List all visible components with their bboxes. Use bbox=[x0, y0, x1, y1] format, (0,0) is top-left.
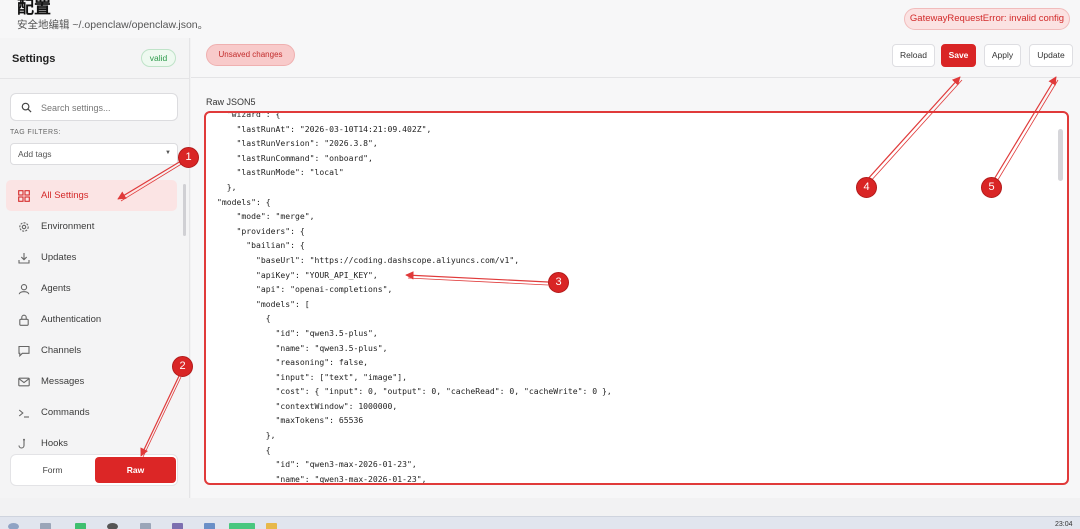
code-line: "lastRunMode": "local" bbox=[217, 167, 344, 178]
sidebar-item-label: Environment bbox=[41, 221, 95, 232]
code-line: { bbox=[217, 444, 271, 455]
sidebar-item-updates[interactable]: Updates bbox=[6, 242, 177, 273]
sidebar-item-label: Authentication bbox=[41, 314, 102, 325]
page-subtitle: 安全地编辑 ~/.openclaw/openclaw.json。 bbox=[17, 19, 209, 31]
terminal-icon bbox=[18, 409, 29, 418]
taskbar-app-icon[interactable] bbox=[107, 523, 118, 529]
update-button[interactable]: Update bbox=[1029, 44, 1073, 67]
code-line: "lastRunVersion": "2026.3.8", bbox=[217, 138, 378, 149]
code-line: "providers": { bbox=[217, 225, 305, 236]
sidebar: Settings valid TAG FILTERS: Add tags ▼ A… bbox=[0, 38, 190, 498]
taskbar-app-icon[interactable] bbox=[140, 523, 151, 529]
search-icon bbox=[21, 102, 32, 113]
raw-json-editor[interactable]: "wizard": { "lastRunAt": "2026-03-10T14:… bbox=[204, 111, 1069, 485]
lock-icon bbox=[19, 314, 29, 326]
hook-icon bbox=[18, 438, 25, 449]
mode-toggle: Form Raw bbox=[10, 454, 178, 486]
code-line: "bailian": { bbox=[217, 240, 305, 251]
apply-button[interactable]: Apply bbox=[984, 44, 1021, 67]
code-lines: "wizard": { "lastRunAt": "2026-03-10T14:… bbox=[217, 111, 612, 484]
save-button[interactable]: Save bbox=[941, 44, 976, 67]
download-icon bbox=[18, 253, 30, 264]
annotation-marker-4: 4 bbox=[856, 177, 877, 198]
code-line: "input": ["text", "image"], bbox=[217, 371, 408, 382]
gear-icon bbox=[19, 222, 29, 232]
raw-json-label: Raw JSON5 bbox=[206, 97, 256, 107]
error-badge: GatewayRequestError: invalid config bbox=[904, 8, 1070, 30]
taskbar-app-icon[interactable] bbox=[229, 523, 255, 529]
main-panel: Unsaved changes Reload Save Apply Update… bbox=[191, 38, 1080, 498]
sidebar-item-all-settings[interactable]: All Settings bbox=[6, 180, 177, 211]
sidebar-item-channels[interactable]: Channels bbox=[6, 335, 177, 366]
taskbar-app-icon[interactable] bbox=[204, 523, 215, 529]
mail-icon bbox=[18, 377, 30, 387]
sidebar-item-authentication[interactable]: Authentication bbox=[6, 304, 177, 335]
annotation-marker-3: 3 bbox=[548, 272, 569, 293]
page-header: 配置 安全地编辑 ~/.openclaw/openclaw.json。 Gate… bbox=[0, 0, 1080, 38]
sidebar-scrollbar[interactable] bbox=[183, 184, 186, 236]
reload-button[interactable]: Reload bbox=[892, 44, 935, 67]
code-line: "wizard": { bbox=[217, 111, 281, 119]
page-title: 配置 bbox=[17, 0, 51, 17]
sidebar-item-agents[interactable]: Agents bbox=[6, 273, 177, 304]
sidebar-title: Settings bbox=[12, 53, 56, 65]
tag-filter-select[interactable]: Add tags ▼ bbox=[10, 143, 178, 165]
start-icon[interactable] bbox=[8, 523, 19, 529]
toolbar: Unsaved changes Reload Save Apply Update bbox=[191, 38, 1080, 78]
grid-icon bbox=[18, 190, 30, 202]
taskbar-clock: 23:04 bbox=[1055, 521, 1073, 528]
sidebar-item-messages[interactable]: Messages bbox=[6, 366, 177, 397]
code-line: "models": [ bbox=[217, 298, 310, 309]
code-line: "id": "qwen3.5-plus", bbox=[217, 327, 378, 338]
code-line: "lastRunCommand": "onboard", bbox=[217, 152, 373, 163]
taskbar-app-icon[interactable] bbox=[172, 523, 183, 529]
form-mode-button[interactable]: Form bbox=[12, 457, 93, 483]
code-line: { bbox=[217, 313, 271, 324]
sidebar-item-label: All Settings bbox=[41, 190, 89, 201]
sidebar-item-label: Updates bbox=[41, 252, 77, 263]
editor-scrollbar[interactable] bbox=[1058, 129, 1063, 181]
taskbar-app-icon[interactable] bbox=[40, 523, 51, 529]
sidebar-item-commands[interactable]: Commands bbox=[6, 397, 177, 428]
taskbar-app-icon[interactable] bbox=[266, 523, 277, 529]
code-line: }, bbox=[217, 181, 237, 192]
code-line: "models": { bbox=[217, 196, 271, 207]
agent-icon bbox=[18, 284, 30, 295]
tag-filters-label: TAG FILTERS: bbox=[10, 129, 61, 136]
code-line: "name": "qwen3-max-2026-01-23", bbox=[217, 473, 427, 484]
code-line: "lastRunAt": "2026-03-10T14:21:09.402Z", bbox=[217, 123, 432, 134]
annotation-marker-1: 1 bbox=[178, 147, 199, 168]
unsaved-changes-badge: Unsaved changes bbox=[206, 44, 295, 66]
code-line: "baseUrl": "https://coding.dashscope.ali… bbox=[217, 254, 520, 265]
code-line: "maxTokens": 65536 bbox=[217, 415, 364, 426]
valid-badge: valid bbox=[141, 49, 176, 67]
sidebar-nav: All Settings Environment Updates Agents … bbox=[6, 180, 178, 459]
code-line: }, bbox=[217, 430, 276, 441]
sidebar-item-label: Channels bbox=[41, 345, 82, 356]
sidebar-divider bbox=[0, 78, 190, 79]
chevron-down-icon: ▼ bbox=[165, 150, 171, 156]
settings-page: 配置 安全地编辑 ~/.openclaw/openclaw.json。 Gate… bbox=[0, 0, 1080, 529]
tag-select-value: Add tags bbox=[18, 149, 52, 159]
sidebar-item-label: Hooks bbox=[41, 438, 68, 449]
sidebar-item-label: Commands bbox=[41, 407, 90, 418]
annotation-marker-5: 5 bbox=[981, 177, 1002, 198]
code-line: "mode": "merge", bbox=[217, 211, 315, 222]
code-line: "name": "qwen3.5-plus", bbox=[217, 342, 388, 353]
code-line: "cost": { "input": 0, "output": 0, "cach… bbox=[217, 386, 612, 397]
code-line: "contextWindow": 1000000, bbox=[217, 400, 398, 411]
code-line: "reasoning": false, bbox=[217, 357, 369, 368]
code-line: "id": "qwen3-max-2026-01-23", bbox=[217, 459, 417, 470]
search-input[interactable] bbox=[41, 99, 171, 117]
annotation-marker-2: 2 bbox=[172, 356, 193, 377]
taskbar: 23:04 bbox=[0, 516, 1080, 529]
search-box[interactable] bbox=[10, 93, 178, 121]
raw-mode-button[interactable]: Raw bbox=[95, 457, 176, 483]
sidebar-item-label: Messages bbox=[41, 376, 85, 387]
taskbar-app-icon[interactable] bbox=[75, 523, 86, 529]
sidebar-item-environment[interactable]: Environment bbox=[6, 211, 177, 242]
sidebar-item-label: Agents bbox=[41, 283, 71, 294]
chat-icon bbox=[18, 345, 30, 357]
